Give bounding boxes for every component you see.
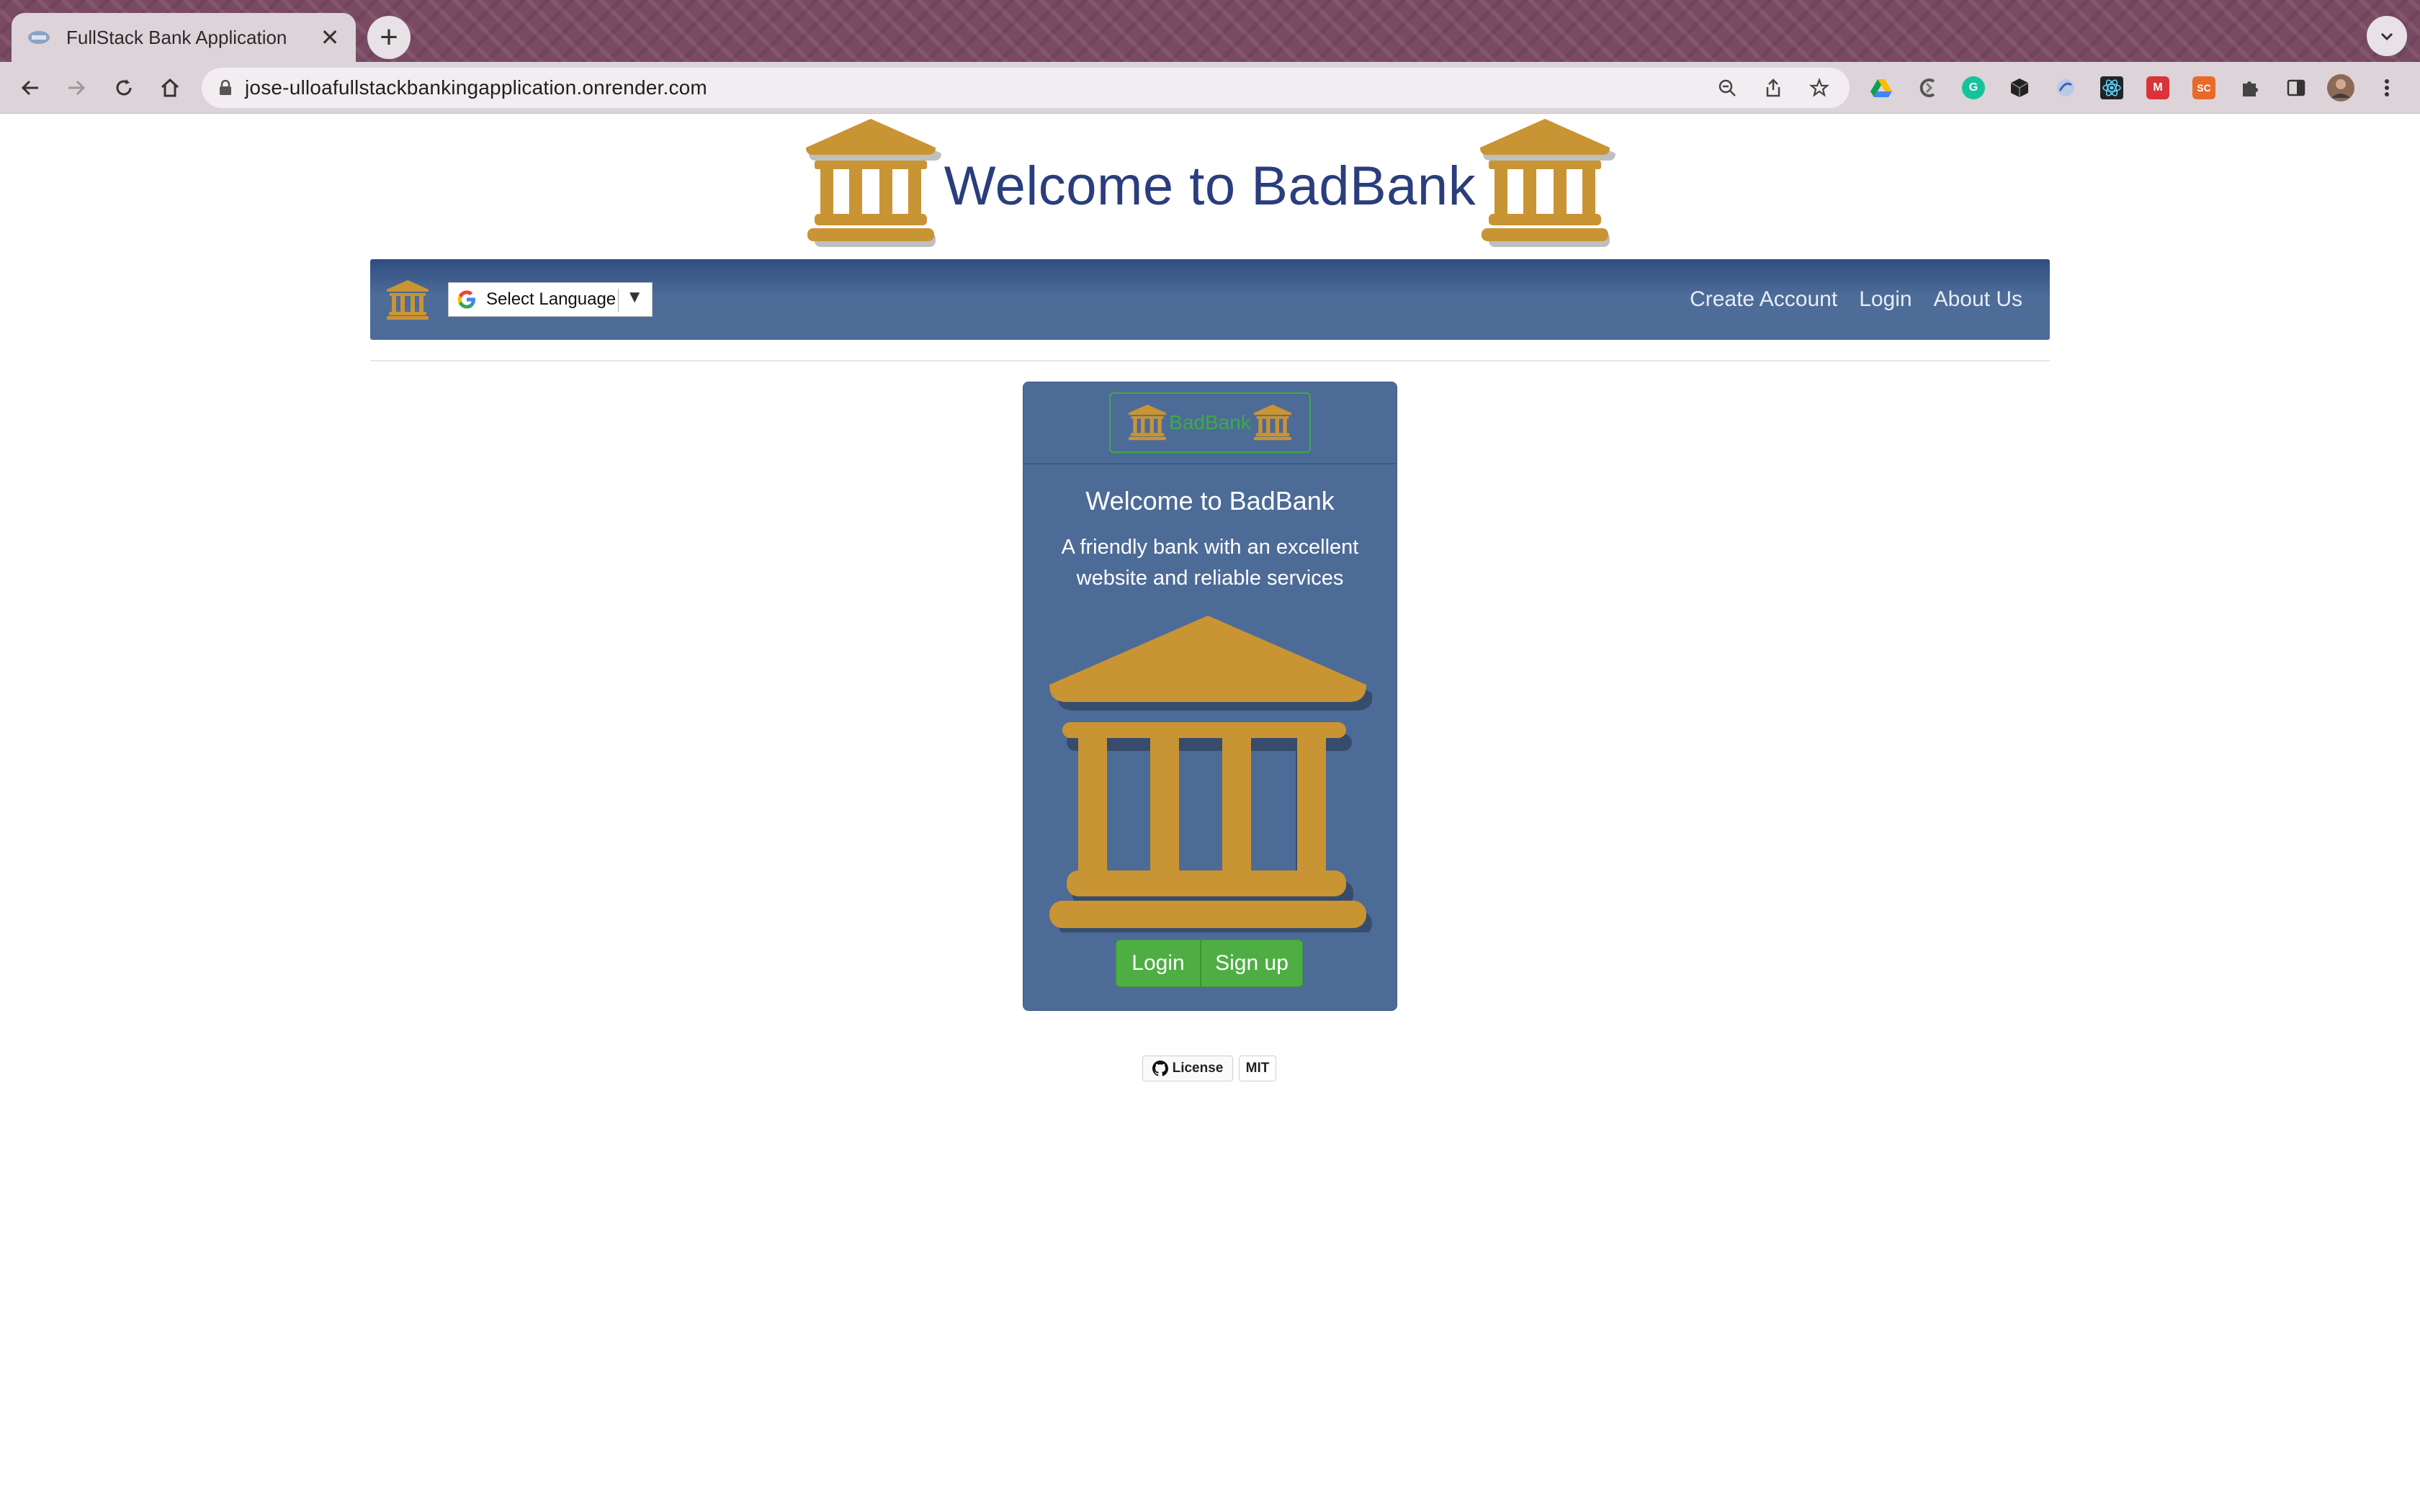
tab-search-button[interactable] — [2367, 16, 2407, 56]
nav-login-link[interactable]: Login — [1859, 287, 1912, 312]
bank-building-illustration — [1049, 616, 1372, 932]
nav-about-us-link[interactable]: About Us — [1934, 287, 2022, 312]
forward-button[interactable] — [58, 69, 95, 107]
home-icon — [161, 78, 179, 97]
github-icon — [1152, 1061, 1168, 1076]
address-bar[interactable]: jose-ulloafullstackbankingapplication.on… — [202, 68, 1850, 108]
main-navbar: Select Language ▼ Create Account Login A… — [370, 259, 2050, 340]
card-description: A friendly bank with an excellent websit… — [1061, 536, 1359, 590]
zoom-icon[interactable] — [1711, 73, 1743, 102]
url-text: jose-ulloafullstackbankingapplication.on… — [245, 76, 707, 99]
dropdown-arrow-icon: ▼ — [626, 287, 643, 307]
divider — [370, 360, 2050, 361]
card-brand-text: BadBank — [1169, 411, 1251, 433]
navbar-brand-bank-icon[interactable] — [386, 279, 429, 321]
reload-button[interactable] — [105, 69, 143, 107]
bank-building-icon — [1129, 404, 1167, 441]
sc-icon[interactable]: SC — [2188, 72, 2220, 104]
auth-button-group: Login Sign up — [1116, 940, 1303, 987]
home-button[interactable] — [151, 69, 189, 107]
ms-icon[interactable]: M — [2142, 72, 2174, 104]
lock-icon — [220, 80, 231, 95]
card-title: Welcome to BadBank — [1085, 486, 1335, 516]
cube-icon[interactable] — [2004, 72, 2035, 104]
browser-tabstrip: FullStack Bank Application ✕ + — [0, 0, 2420, 62]
language-select-label: Select Language — [486, 289, 617, 309]
cursive-icon[interactable] — [1912, 72, 1943, 104]
grammarly-icon[interactable]: G — [1958, 72, 1989, 104]
google-g-icon — [457, 290, 475, 309]
select-divider — [618, 289, 619, 312]
circle-ext-icon[interactable] — [2050, 72, 2081, 104]
login-button[interactable]: Login — [1116, 940, 1201, 987]
sidepanel-icon[interactable] — [2280, 72, 2312, 104]
bookmark-star-icon[interactable] — [1803, 73, 1835, 102]
back-button[interactable] — [12, 69, 49, 107]
card-header: BadBank — [1023, 382, 1397, 464]
puzzle-icon[interactable] — [2234, 72, 2266, 104]
browser-toolbar: jose-ulloafullstackbankingapplication.on… — [0, 62, 2420, 114]
reload-icon — [116, 79, 132, 96]
license-badge[interactable]: License — [1142, 1056, 1233, 1081]
back-arrow-icon — [21, 80, 38, 96]
browser-tab[interactable]: FullStack Bank Application ✕ — [12, 13, 356, 62]
react-devtools-icon[interactable] — [2096, 72, 2128, 104]
profile-avatar[interactable] — [2325, 72, 2357, 104]
share-icon[interactable] — [1757, 73, 1789, 102]
navbar-links: Create Account Login About Us — [1690, 259, 2022, 340]
page-header: Welcome to BadBank — [0, 114, 2420, 258]
bank-building-icon — [1253, 404, 1291, 441]
language-select[interactable]: Select Language ▼ — [448, 282, 653, 317]
signup-button[interactable]: Sign up — [1201, 940, 1303, 987]
page-title: Welcome to BadBank — [944, 155, 1476, 217]
nav-create-account-link[interactable]: Create Account — [1690, 287, 1837, 312]
bank-building-icon — [1480, 119, 1616, 247]
license-value: MIT — [1245, 1061, 1270, 1076]
welcome-card: BadBank Welcome to BadBank A friendly ba… — [1023, 382, 1397, 1011]
mit-badge[interactable]: MIT — [1239, 1056, 1276, 1081]
tab-close-icon[interactable]: ✕ — [314, 22, 346, 53]
card-brand-badge: BadBank — [1109, 392, 1311, 453]
bank-building-icon — [805, 119, 941, 247]
tab-favicon-icon — [27, 28, 50, 47]
tab-title: FullStack Bank Application — [66, 26, 287, 48]
google-drive-icon[interactable] — [1865, 72, 1897, 104]
new-tab-button[interactable]: + — [367, 16, 411, 59]
menu-icon[interactable] — [2371, 72, 2403, 104]
license-label: License — [1172, 1061, 1224, 1076]
forward-arrow-icon — [68, 80, 86, 96]
chevron-down-icon — [2380, 32, 2393, 41]
